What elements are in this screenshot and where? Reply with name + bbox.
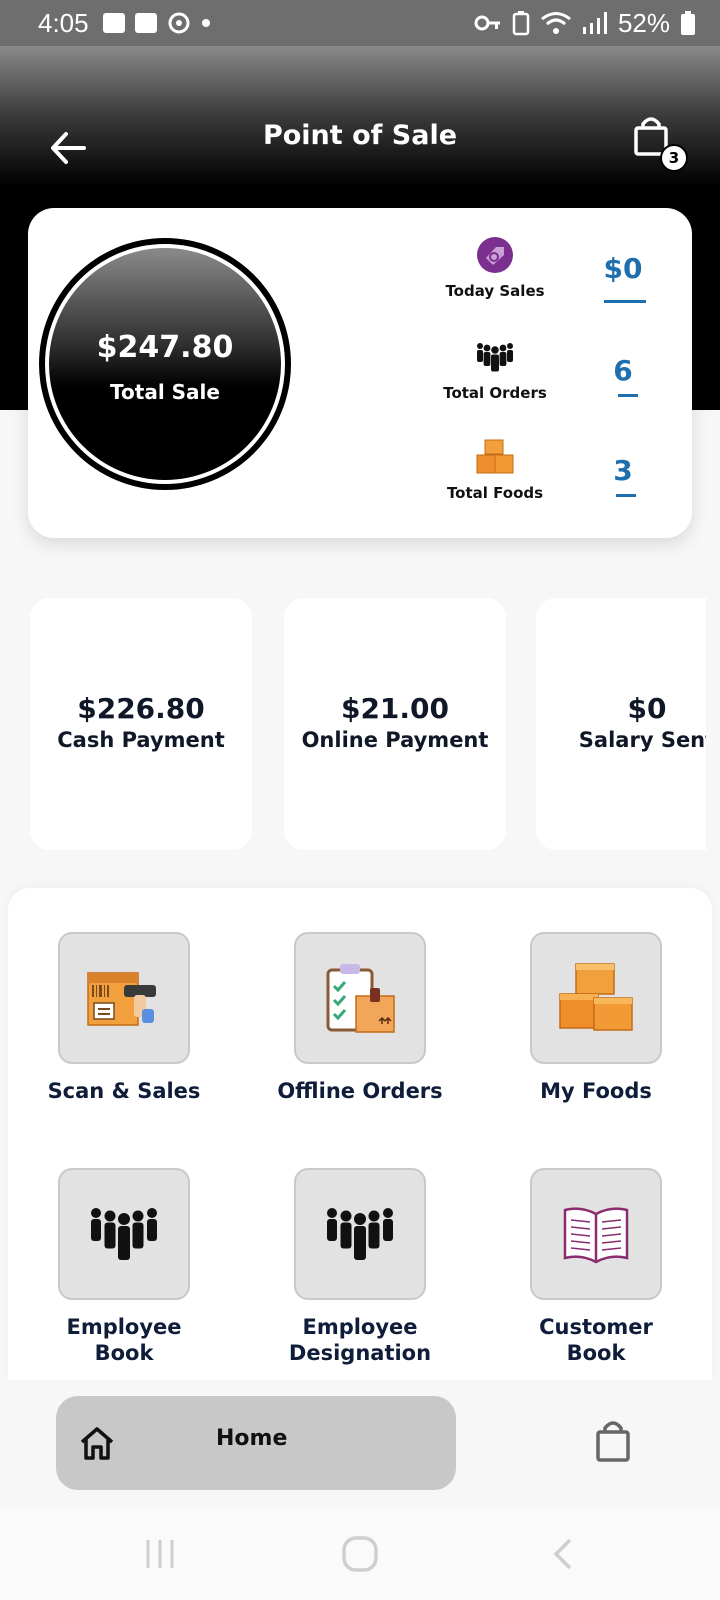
payment-card-cash[interactable]: $226.80 Cash Payment [30, 598, 252, 850]
total-sale-amount: $247.80 [96, 330, 234, 365]
menu-label: Employee Book [66, 1315, 182, 1365]
total-sale-circle: $247.80 Total Sale [39, 238, 291, 490]
status-bar: 4:05 52% [0, 0, 720, 46]
system-nav-bar [0, 1508, 720, 1600]
menu-label: Scan & Sales [47, 1079, 201, 1103]
payment-card-salary[interactable]: $0 Salary Sent [536, 598, 706, 850]
payment-cards-scroller[interactable]: $226.80 Cash Payment $21.00 Online Payme… [0, 598, 706, 850]
boxes-icon [530, 932, 662, 1064]
menu-panel: Scan & Sales Offline Orders My Foods Emp… [8, 888, 712, 1380]
home-icon [80, 1427, 114, 1460]
payment-label: Salary Sent [578, 728, 706, 752]
people-group-icon [474, 336, 516, 378]
stat-label: Today Sales [445, 282, 545, 300]
notification-icons [102, 11, 211, 35]
people-group-icon [294, 1168, 426, 1300]
battery-percent: 52% [617, 7, 670, 38]
nav-home-tab[interactable]: Home [56, 1396, 456, 1490]
shopping-bag-icon[interactable] [594, 1420, 632, 1462]
cart-count-badge: 3 [660, 144, 688, 172]
barcode-scanner-icon [58, 932, 190, 1064]
menu-label: My Foods [540, 1079, 652, 1103]
stat-today-sales: Today Sales $0 [400, 234, 680, 330]
people-group-icon [58, 1168, 190, 1300]
recent-apps-icon[interactable] [142, 1536, 178, 1572]
stat-underline [618, 394, 638, 397]
stat-value: 6 [613, 354, 633, 387]
stat-total-foods: Total Foods 3 [400, 436, 680, 532]
back-chevron-icon[interactable] [548, 1536, 578, 1572]
stat-label: Total Orders [443, 384, 547, 402]
stat-underline [604, 300, 646, 303]
menu-item-employee-book[interactable]: Employee Book [14, 1168, 234, 1366]
gallery-notification-icon [102, 13, 125, 33]
battery-saver-icon [512, 11, 530, 36]
stat-value: 3 [613, 454, 633, 487]
bottom-nav: Home [0, 1380, 720, 1508]
payment-amount: $226.80 [77, 692, 205, 725]
payment-amount: $21.00 [340, 692, 450, 725]
payment-card-online[interactable]: $21.00 Online Payment [284, 598, 506, 850]
nav-home-label: Home [216, 1426, 288, 1451]
status-right: 52% [474, 8, 696, 39]
clipboard-box-icon [294, 932, 426, 1064]
menu-item-offline-orders[interactable]: Offline Orders [250, 932, 470, 1104]
page-title: Point of Sale [262, 120, 458, 151]
stat-label: Total Foods [446, 484, 544, 502]
sales-summary-card: $247.80 Total Sale Today Sales $0 Total … [28, 208, 692, 538]
wifi-icon [541, 12, 571, 34]
check-notification-icon [134, 13, 157, 33]
menu-item-customer-book[interactable]: Customer Book [486, 1168, 706, 1366]
stat-underline [616, 494, 636, 497]
menu-item-employee-designation[interactable]: Employee Designation [250, 1168, 470, 1366]
stat-value: $0 [603, 252, 643, 285]
stat-total-orders: Total Orders 6 [400, 336, 680, 432]
status-time: 4:05 [38, 7, 89, 38]
menu-label: Offline Orders [277, 1079, 443, 1103]
payment-amount: $0 [627, 692, 667, 725]
menu-label: Customer Book [539, 1315, 653, 1365]
total-sale-label: Total Sale [110, 380, 220, 404]
menu-item-scan-sales[interactable]: Scan & Sales [14, 932, 234, 1104]
payment-label: Cash Payment [57, 728, 225, 752]
vpn-key-icon [474, 15, 500, 31]
battery-icon [681, 11, 695, 35]
sync-notification-icon [168, 12, 190, 34]
menu-item-my-foods[interactable]: My Foods [486, 932, 706, 1104]
boxes-icon [474, 436, 516, 478]
menu-label: Employee Designation [288, 1315, 432, 1365]
more-dot-icon [201, 19, 210, 27]
signal-icon [582, 12, 607, 34]
sales-tag-icon [474, 234, 516, 276]
home-circle-icon[interactable] [340, 1536, 380, 1572]
open-book-icon [530, 1168, 662, 1300]
payment-label: Online Payment [301, 728, 489, 752]
